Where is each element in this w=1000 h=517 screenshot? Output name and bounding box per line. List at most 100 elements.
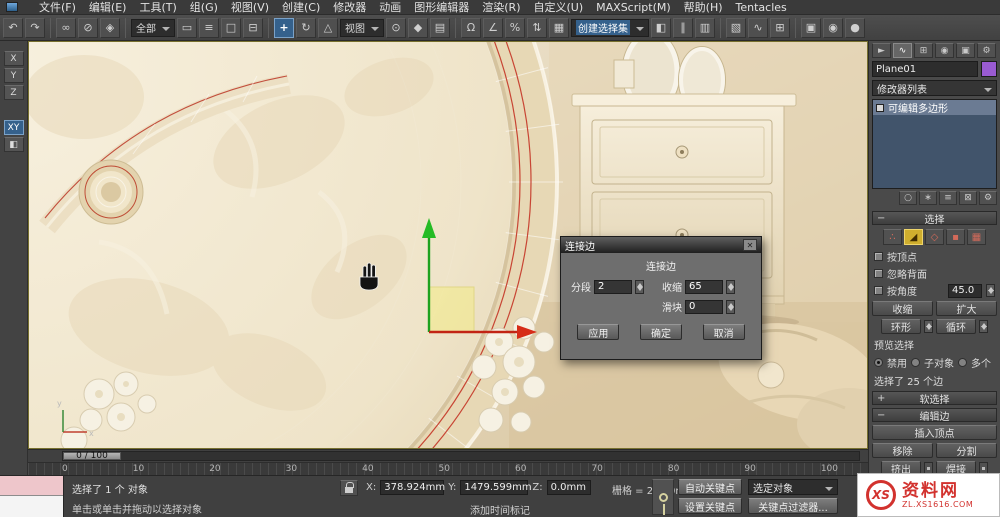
mirror-icon[interactable]: ◧ <box>651 17 671 38</box>
pinch-field[interactable]: 65 <box>685 279 723 294</box>
curve-editor-icon[interactable]: ∿ <box>748 17 768 38</box>
loop-spinner[interactable] <box>979 320 988 333</box>
bind-spacewarp-icon[interactable]: ◈ <box>100 17 120 38</box>
ribbon-icon[interactable]: ▧ <box>726 17 746 38</box>
menu-tools[interactable]: 工具(T) <box>139 0 176 15</box>
coord-y-field[interactable]: 1479.599mm <box>460 480 532 495</box>
edit-edges-rollout-header[interactable]: − 编辑边 <box>872 408 997 423</box>
render-setup-icon[interactable]: ▣ <box>801 17 821 38</box>
keyboard-override-icon[interactable]: ▤ <box>430 17 450 38</box>
selection-lock-icon[interactable] <box>340 480 358 496</box>
cancel-button[interactable]: 取消 <box>702 324 745 340</box>
ring-button[interactable]: 环形 <box>881 319 921 334</box>
maxscript-mini-listener[interactable] <box>0 476 64 517</box>
named-selection-combo[interactable]: 创建选择集 <box>571 18 649 37</box>
listener-macro-row[interactable] <box>0 476 63 496</box>
object-name-field[interactable]: Plane01 <box>872 61 978 77</box>
tab-display[interactable]: ▣ <box>956 43 975 58</box>
slide-spinner[interactable] <box>726 299 735 314</box>
dialog-titlebar[interactable]: 连接边 ✕ <box>561 237 761 253</box>
menu-edit[interactable]: 编辑(E) <box>89 0 127 15</box>
modifier-stack[interactable]: 可编辑多边形 <box>872 99 997 189</box>
preview-disable-radio[interactable] <box>874 358 883 367</box>
layer-manager-icon[interactable]: ▥ <box>695 17 715 38</box>
selection-rollout-header[interactable]: − 选择 <box>872 211 997 226</box>
edge-subobject-icon[interactable]: ◢ <box>904 229 923 245</box>
select-link-icon[interactable]: ∞ <box>56 17 76 38</box>
percent-snap-icon[interactable]: % <box>505 17 525 38</box>
scale-icon[interactable]: △ <box>318 17 338 38</box>
vertex-subobject-icon[interactable]: ∴ <box>883 229 902 245</box>
region-select-icon[interactable]: □ <box>221 17 241 38</box>
pin-stack-icon[interactable]: ○ <box>899 191 917 205</box>
plane-constraint-icon[interactable]: ◧ <box>3 137 24 152</box>
menu-rendering[interactable]: 渲染(R) <box>482 0 520 15</box>
time-slider-handle[interactable]: 0 / 100 <box>63 452 121 461</box>
named-sets-icon[interactable]: ▦ <box>549 17 569 38</box>
menu-animation[interactable]: 动画 <box>379 0 401 15</box>
tab-motion[interactable]: ◉ <box>935 43 954 58</box>
menu-maxscript[interactable]: MAXScript(M) <box>596 1 671 14</box>
menu-group[interactable]: 组(G) <box>190 0 218 15</box>
app-icon[interactable] <box>6 2 18 12</box>
menu-views[interactable]: 视图(V) <box>231 0 269 15</box>
apply-button[interactable]: 应用 <box>577 324 620 340</box>
axis-x-button[interactable]: X <box>3 51 24 66</box>
remove-modifier-icon[interactable]: ⊠ <box>959 191 977 205</box>
shrink-button[interactable]: 收缩 <box>872 301 933 316</box>
rendered-frame-icon[interactable]: ◉ <box>823 17 843 38</box>
loop-button[interactable]: 循环 <box>936 319 976 334</box>
tab-hierarchy[interactable]: ⊞ <box>914 43 933 58</box>
angle-snap-icon[interactable]: ∠ <box>483 17 503 38</box>
menu-create[interactable]: 创建(C) <box>282 0 320 15</box>
tab-utilities[interactable]: ⚙ <box>977 43 996 58</box>
tab-modify[interactable]: ∿ <box>893 43 912 58</box>
select-by-name-icon[interactable]: ≡ <box>199 17 219 38</box>
preview-multi-radio[interactable] <box>958 358 967 367</box>
soft-selection-rollout-header[interactable]: + 软选择 <box>872 391 997 406</box>
move-icon[interactable]: + <box>274 17 294 38</box>
remove-button[interactable]: 移除 <box>872 443 933 458</box>
axis-xy-button[interactable]: XY <box>3 120 24 135</box>
schematic-view-icon[interactable]: ⊞ <box>770 17 790 38</box>
close-icon[interactable]: ✕ <box>743 239 757 251</box>
selection-filter-dropdown[interactable]: 全部 <box>131 18 175 37</box>
by-vertex-checkbox[interactable] <box>874 252 883 261</box>
render-icon[interactable]: ● <box>845 17 865 38</box>
set-keys-button[interactable] <box>652 479 674 515</box>
manipulate-icon[interactable]: ◆ <box>408 17 428 38</box>
polygon-subobject-icon[interactable]: ▪ <box>946 229 965 245</box>
pivot-center-icon[interactable]: ⊙ <box>386 17 406 38</box>
axis-y-button[interactable]: Y <box>3 68 24 83</box>
make-unique-icon[interactable]: ≡ <box>939 191 957 205</box>
insert-vertex-button[interactable]: 插入顶点 <box>872 425 997 440</box>
window-crossing-icon[interactable]: ⊟ <box>243 17 263 38</box>
show-end-result-icon[interactable]: ∗ <box>919 191 937 205</box>
menu-graph-editors[interactable]: 图形编辑器 <box>414 0 469 15</box>
align-icon[interactable]: ∥ <box>673 17 693 38</box>
snap-toggle-icon[interactable]: Ω <box>461 17 481 38</box>
redo-icon[interactable]: ↷ <box>25 17 45 38</box>
modifier-list-dropdown[interactable]: 修改器列表 <box>872 80 997 96</box>
grow-button[interactable]: 扩大 <box>936 301 997 316</box>
spinner-snap-icon[interactable]: ⇅ <box>527 17 547 38</box>
ref-coord-dropdown[interactable]: 视图 <box>340 18 384 37</box>
segments-spinner[interactable] <box>635 279 644 294</box>
menu-customize[interactable]: 自定义(U) <box>534 0 584 15</box>
coord-x-field[interactable]: 378.924mm <box>380 480 445 495</box>
split-button[interactable]: 分割 <box>936 443 997 458</box>
gizmo-xy-plane[interactable] <box>428 286 475 333</box>
stack-item-editable-poly[interactable]: 可编辑多边形 <box>873 100 996 115</box>
pinch-spinner[interactable] <box>726 279 735 294</box>
axis-z-button[interactable]: Z <box>3 85 24 100</box>
key-mode-dropdown[interactable]: 选定对象 <box>748 479 838 495</box>
auto-key-button[interactable]: 自动关键点 <box>678 479 742 495</box>
set-key-button[interactable]: 设置关键点 <box>678 498 742 514</box>
track-bar[interactable]: 0 10 20 30 40 50 60 70 80 90 100 <box>28 462 868 475</box>
by-angle-checkbox[interactable] <box>874 286 883 295</box>
border-subobject-icon[interactable]: ◇ <box>925 229 944 245</box>
ignore-backfacing-checkbox[interactable] <box>874 269 883 278</box>
listener-script-row[interactable] <box>0 496 63 517</box>
preview-subobj-radio[interactable] <box>911 358 920 367</box>
menu-help[interactable]: 帮助(H) <box>684 0 723 15</box>
